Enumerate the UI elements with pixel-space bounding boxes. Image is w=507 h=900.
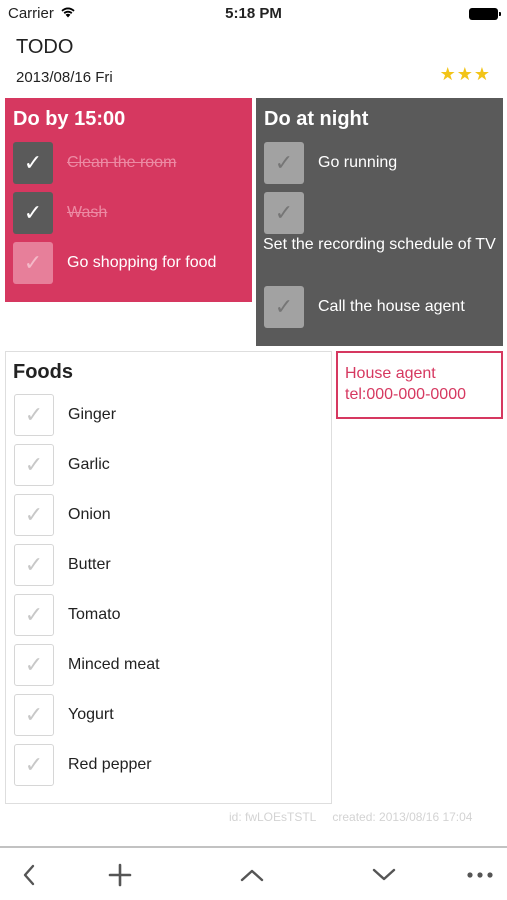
item-label: Tomato [68,606,121,623]
add-button[interactable] [105,861,135,889]
list-item: ✓ Minced meat [14,644,160,686]
status-time: 5:18 PM [225,5,282,22]
card-title: Do by 15:00 [13,108,126,130]
item-label: Onion [68,506,111,523]
item-label: Minced meat [68,656,160,673]
check-icon: ✓ [23,150,43,175]
list-item: ✓ Clean the room [13,142,176,184]
note-line: tel:000-000-0000 [345,386,466,403]
meta-id: id: fwLOEsTSTL [229,810,317,824]
checkbox[interactable]: ✓ [14,744,54,786]
list-item: ✓ Ginger [14,394,116,436]
check-icon: ✓ [24,652,44,677]
check-icon: ✓ [24,602,44,627]
checkbox[interactable]: ✓ [264,192,304,234]
up-icon [240,869,264,882]
back-icon [23,864,35,886]
check-icon: ✓ [274,200,294,225]
page-date: 2013/08/16 Fri [16,69,113,86]
item-label: Yogurt [68,706,114,723]
item-label: Butter [68,556,111,573]
checkbox[interactable]: ✓ [264,142,304,184]
card-title: Foods [13,361,73,383]
item-label: Go running [318,154,398,171]
check-icon: ✓ [24,702,44,727]
priority-stars[interactable]: ★★★ [440,64,491,85]
add-icon [108,863,132,887]
item-label: Call the house agent [318,298,465,315]
more-button[interactable] [465,861,495,889]
battery-icon [469,8,501,20]
list-item: ✓ Red pepper [14,744,152,786]
checkbox[interactable]: ✓ [14,644,54,686]
item-label: Go shopping for food [67,254,217,271]
item-label: Ginger [68,406,117,423]
check-icon: ✓ [274,294,294,319]
list-item: ✓ Butter [14,544,111,586]
checkbox-checked[interactable]: ✓ [13,142,53,184]
list-item: ✓ [264,192,304,234]
card-title: Do at night [264,108,369,130]
back-button[interactable] [14,861,44,889]
checkbox[interactable]: ✓ [14,544,54,586]
item-label: Set the recording schedule of TV [263,236,496,253]
list-item: ✓ Go running [264,142,397,184]
checkbox[interactable]: ✓ [14,444,54,486]
item-label: Red pepper [68,756,152,773]
more-icon [467,872,493,878]
list-item: ✓ Garlic [14,444,110,486]
list-item: ✓ Yogurt [14,694,114,736]
check-icon: ✓ [24,552,44,577]
checkbox[interactable]: ✓ [14,394,54,436]
check-icon: ✓ [23,200,43,225]
checkbox[interactable]: ✓ [14,594,54,636]
item-label: Wash [67,204,108,221]
down-icon [372,868,396,881]
checkbox[interactable]: ✓ [264,286,304,328]
move-down-button[interactable] [369,861,399,889]
card-do-at-night[interactable]: Do at night ✓ Go running ✓ Set the recor… [256,98,503,346]
checkbox[interactable]: ✓ [14,494,54,536]
check-icon: ✓ [24,502,44,527]
list-item: ✓ Onion [14,494,111,536]
list-item: ✓ Call the house agent [264,286,465,328]
bottom-toolbar [0,846,507,900]
status-bar: Carrier 5:18 PM [0,0,507,28]
card-foods[interactable]: Foods ✓ Ginger ✓ Garlic ✓ Onion ✓ Butter… [5,351,332,804]
note-line: House agent [345,365,436,382]
check-icon: ✓ [24,402,44,427]
check-icon: ✓ [24,752,44,777]
item-label: Garlic [68,456,110,473]
checkbox[interactable]: ✓ [13,242,53,284]
meta-created: created: 2013/08/16 17:04 [332,810,473,824]
move-up-button[interactable] [237,861,267,889]
page-title: TODO [16,36,74,58]
list-item: ✓ Wash [13,192,107,234]
list-item: ✓ Go shopping for food [13,242,216,284]
check-icon: ✓ [274,150,294,175]
item-label: Clean the room [67,154,177,171]
check-icon: ✓ [23,250,43,275]
checkbox[interactable]: ✓ [14,694,54,736]
list-item: ✓ Tomato [14,594,120,636]
meta-info: id: fwLOEsTSTL created: 2013/08/16 17:04 [229,810,472,824]
checkbox-checked[interactable]: ✓ [13,192,53,234]
check-icon: ✓ [24,452,44,477]
note-house-agent[interactable]: House agent tel:000-000-0000 [336,351,503,419]
card-do-by[interactable]: Do by 15:00 ✓ Clean the room ✓ Wash ✓ Go… [5,98,252,302]
